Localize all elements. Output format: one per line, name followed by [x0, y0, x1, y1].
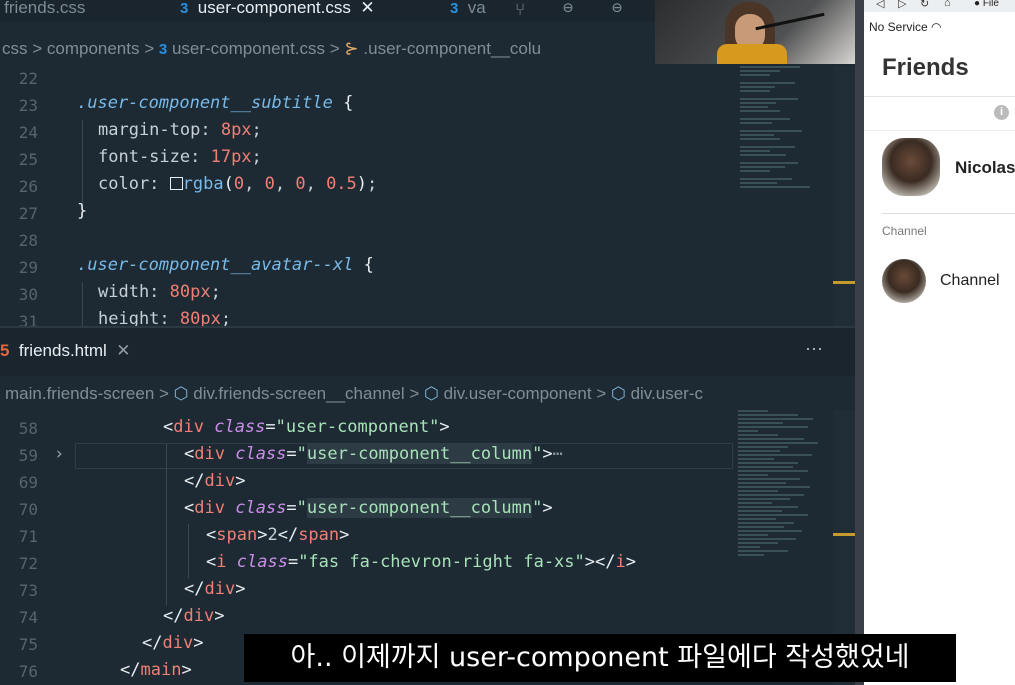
fold-chevron-icon[interactable]: › [54, 444, 64, 464]
breadcrumb-top: css > components > 3 user-component.css … [2, 39, 542, 58]
close-icon[interactable]: ✕ [116, 341, 130, 360]
info-icon[interactable]: i [994, 105, 1009, 120]
line-number: 24 [18, 123, 38, 142]
close-icon[interactable]: ✕ [360, 0, 374, 17]
code-line: </div> [184, 579, 246, 599]
code-line: <i class="fas fa-chevron-right fa-xs"></… [206, 552, 636, 572]
css-file-icon: 3 [450, 0, 459, 17]
breadcrumb-item[interactable]: components [47, 39, 140, 58]
code-line: <div class="user-component"> [163, 417, 450, 437]
line-number: 28 [18, 231, 38, 250]
line-number: 58 [18, 419, 38, 438]
back-icon[interactable]: ◁ [876, 0, 884, 10]
line-number: 75 [18, 635, 38, 654]
browser-menu-file[interactable]: ● File [974, 0, 999, 9]
open-changes-icon[interactable]: ⑂ [515, 0, 525, 20]
indent-guide [166, 444, 167, 606]
line-number: 26 [18, 177, 38, 196]
minimap-top[interactable] [740, 66, 830, 236]
git-compare-icon[interactable]: ⊖ [612, 0, 622, 18]
scrollbar-marker [833, 281, 855, 284]
breadcrumb-item[interactable]: div.user-c [631, 384, 703, 403]
code-line: </div> [184, 471, 246, 491]
line-number: 74 [18, 608, 38, 627]
code-line: .user-component__subtitle { [77, 93, 354, 113]
line-number: 76 [18, 662, 38, 681]
element-cube-icon: ⬡ [173, 384, 189, 403]
section-label: Channel [882, 224, 927, 238]
more-actions-icon[interactable]: ··· [805, 338, 823, 359]
css-file-icon: 3 [158, 41, 168, 58]
reload-icon[interactable]: ↻ [920, 0, 929, 10]
selector-icon: ⊱ [344, 39, 359, 58]
breadcrumb-item[interactable]: user-component.css [172, 39, 325, 58]
indent-guide [82, 282, 83, 326]
git-commit-icon[interactable]: ⊖ [563, 0, 573, 18]
line-number: 23 [18, 96, 38, 115]
code-line: .user-component__avatar--xl { [77, 255, 374, 275]
video-subtitle: 아.. 이제까지 user-component 파일에다 작성했었네 [244, 634, 956, 682]
indent-guide [82, 120, 83, 204]
css-file-icon: 3 [180, 0, 189, 17]
tab-va[interactable]: 3 va [450, 0, 486, 22]
code-line: <div class="user-component__column">⋯ [184, 444, 563, 464]
tab-friends-html[interactable]: 5 friends.html ✕ [0, 341, 131, 365]
forward-icon[interactable]: ▷ [898, 0, 906, 10]
info-divider [864, 130, 1015, 131]
html-file-icon: 5 [0, 341, 10, 360]
line-number: 69 [18, 473, 38, 492]
line-number: 25 [18, 150, 38, 169]
line-number: 71 [18, 527, 38, 546]
indent-guide [188, 524, 189, 578]
minimap-bottom[interactable] [738, 410, 830, 630]
user-name[interactable]: Nicolas [955, 158, 1015, 178]
user-divider [882, 213, 1015, 214]
line-number: 30 [18, 285, 38, 304]
breadcrumb-item[interactable]: div.friends-screen__channel [193, 384, 404, 403]
code-line: <div class="user-component__column"> [184, 498, 553, 518]
scrollbar-marker [833, 533, 855, 536]
header-divider [864, 96, 1015, 97]
code-line: </div> [163, 606, 225, 626]
avatar[interactable] [882, 138, 940, 196]
panel-divider[interactable] [855, 0, 864, 685]
webcam-overlay [655, 0, 863, 64]
scrollbar-top[interactable] [833, 66, 855, 326]
code-line: font-size: 17px; [98, 147, 262, 167]
presenter-shirt [717, 44, 787, 64]
line-number: 72 [18, 554, 38, 573]
code-line: </div> [142, 633, 204, 653]
line-number: 29 [18, 258, 38, 277]
code-line: margin-top: 8px; [98, 120, 262, 140]
line-number: 27 [18, 204, 38, 223]
breadcrumb-bottom: main.friends-screen > ⬡ div.friends-scre… [5, 384, 703, 403]
wifi-icon: ◠ [931, 20, 942, 34]
page-title: Friends [882, 54, 969, 81]
code-line: width: 80px; [98, 282, 221, 302]
breadcrumb-item[interactable]: css [2, 39, 28, 58]
code-line: </main> [120, 660, 192, 680]
mobile-preview: ◁ ▷ ↻ ⌂ ● File No Service ◠ Friends i Ni… [864, 0, 1015, 685]
channel-name[interactable]: Channel [940, 272, 1000, 290]
channel-avatar[interactable] [882, 259, 926, 303]
status-bar: No Service ◠ [869, 20, 942, 34]
code-line: <span>2</span> [206, 525, 350, 545]
line-number: 59 [18, 446, 38, 465]
element-cube-icon: ⬡ [610, 384, 626, 403]
breadcrumb-item[interactable]: div.user-component [444, 384, 592, 403]
code-line: } [77, 201, 88, 221]
color-swatch-icon[interactable] [169, 177, 183, 190]
line-number: 70 [18, 500, 38, 519]
home-icon[interactable]: ⌂ [944, 0, 951, 9]
breadcrumb-item[interactable]: main.friends-screen [5, 384, 154, 403]
breadcrumb-item[interactable]: .user-component__colu [363, 39, 541, 58]
line-number: 22 [18, 69, 38, 88]
tab-friends-css[interactable]: friends.css [0, 0, 85, 22]
element-cube-icon: ⬡ [423, 384, 439, 403]
tab-user-component-css[interactable]: 3 user-component.css ✕ [180, 0, 375, 22]
line-number: 73 [18, 581, 38, 600]
code-line: color: rgba(0, 0, 0, 0.5); [98, 174, 378, 194]
